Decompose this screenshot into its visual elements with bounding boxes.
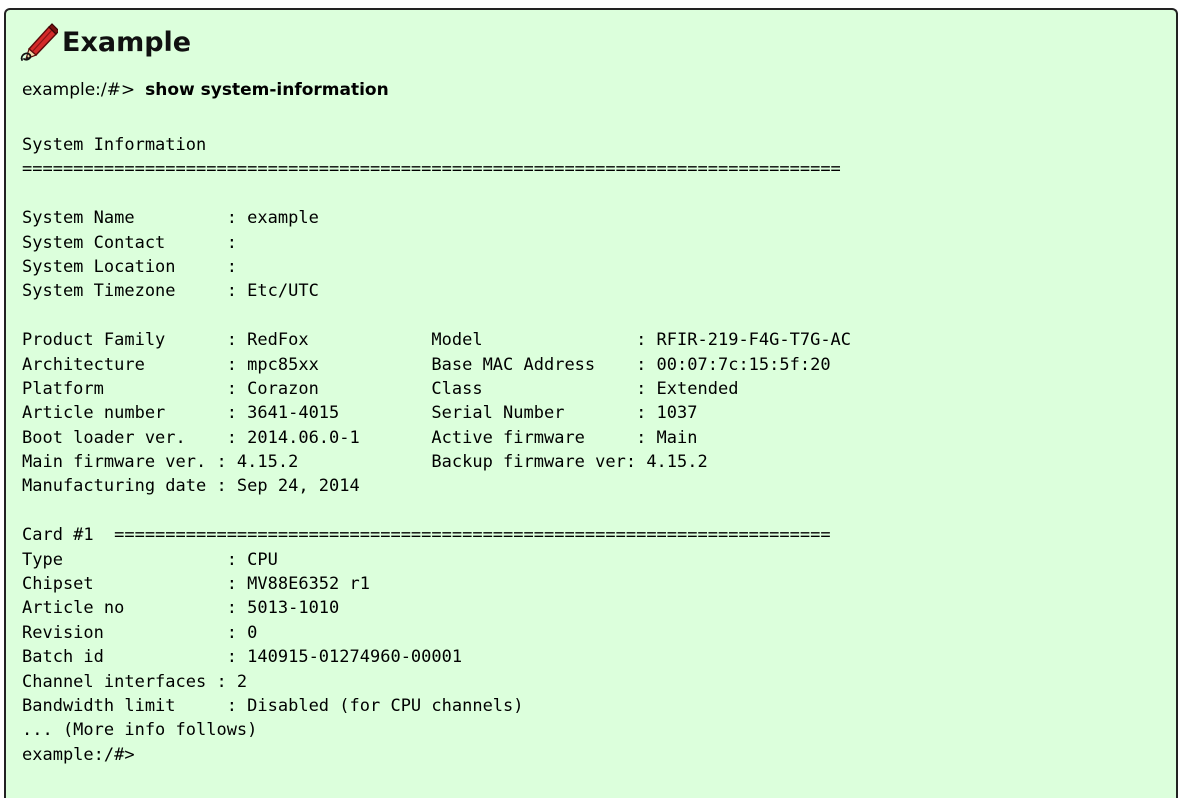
cli-command: show system-information — [145, 80, 389, 100]
output-line: Type : CPU — [22, 549, 278, 570]
pencil-icon — [18, 22, 60, 62]
output-line: ========================================… — [22, 159, 841, 180]
output-line: Card #1 ================================… — [22, 525, 831, 546]
output-line: Manufacturing date : Sep 24, 2014 — [22, 476, 360, 497]
output-line: Article number : 3641-4015 Serial Number… — [22, 403, 698, 424]
output-line: ... (More info follows) — [22, 720, 258, 741]
output-line: System Information — [22, 135, 207, 155]
cli-prompt-final: example:/#> — [22, 744, 135, 765]
output-line: Main firmware ver. : 4.15.2 Backup firmw… — [22, 452, 708, 473]
output-line: Chipset : MV88E6352 r1 — [22, 574, 370, 595]
output-line: System Timezone : Etc/UTC — [22, 281, 319, 302]
output-line: Revision : 0 — [22, 622, 258, 643]
output-line: Platform : Corazon Class : Extended — [22, 378, 739, 399]
output-line: System Contact : — [22, 232, 237, 253]
output-line: Product Family : RedFox Model : RFIR-219… — [22, 330, 852, 351]
example-panel: Example example:/#> show system-informati… — [4, 8, 1178, 798]
output-line: System Name : example — [22, 208, 319, 229]
command-line: example:/#> show system-information — [22, 80, 389, 100]
output-line: Batch id : 140915-01274960-00001 — [22, 647, 463, 668]
command-output: System Information ======================… — [22, 133, 851, 767]
output-line: Channel interfaces : 2 — [22, 671, 248, 692]
page-title: Example — [62, 26, 192, 58]
cli-prompt: example:/#> — [22, 80, 136, 100]
output-line: Architecture : mpc85xx Base MAC Address … — [22, 354, 831, 375]
output-line: System Location : — [22, 256, 237, 277]
output-line: Boot loader ver. : 2014.06.0-1 Active fi… — [22, 427, 698, 448]
title-row: Example — [18, 20, 191, 64]
output-line: Article no : 5013-1010 — [22, 598, 340, 619]
output-line: Bandwidth limit : Disabled (for CPU chan… — [22, 695, 524, 716]
